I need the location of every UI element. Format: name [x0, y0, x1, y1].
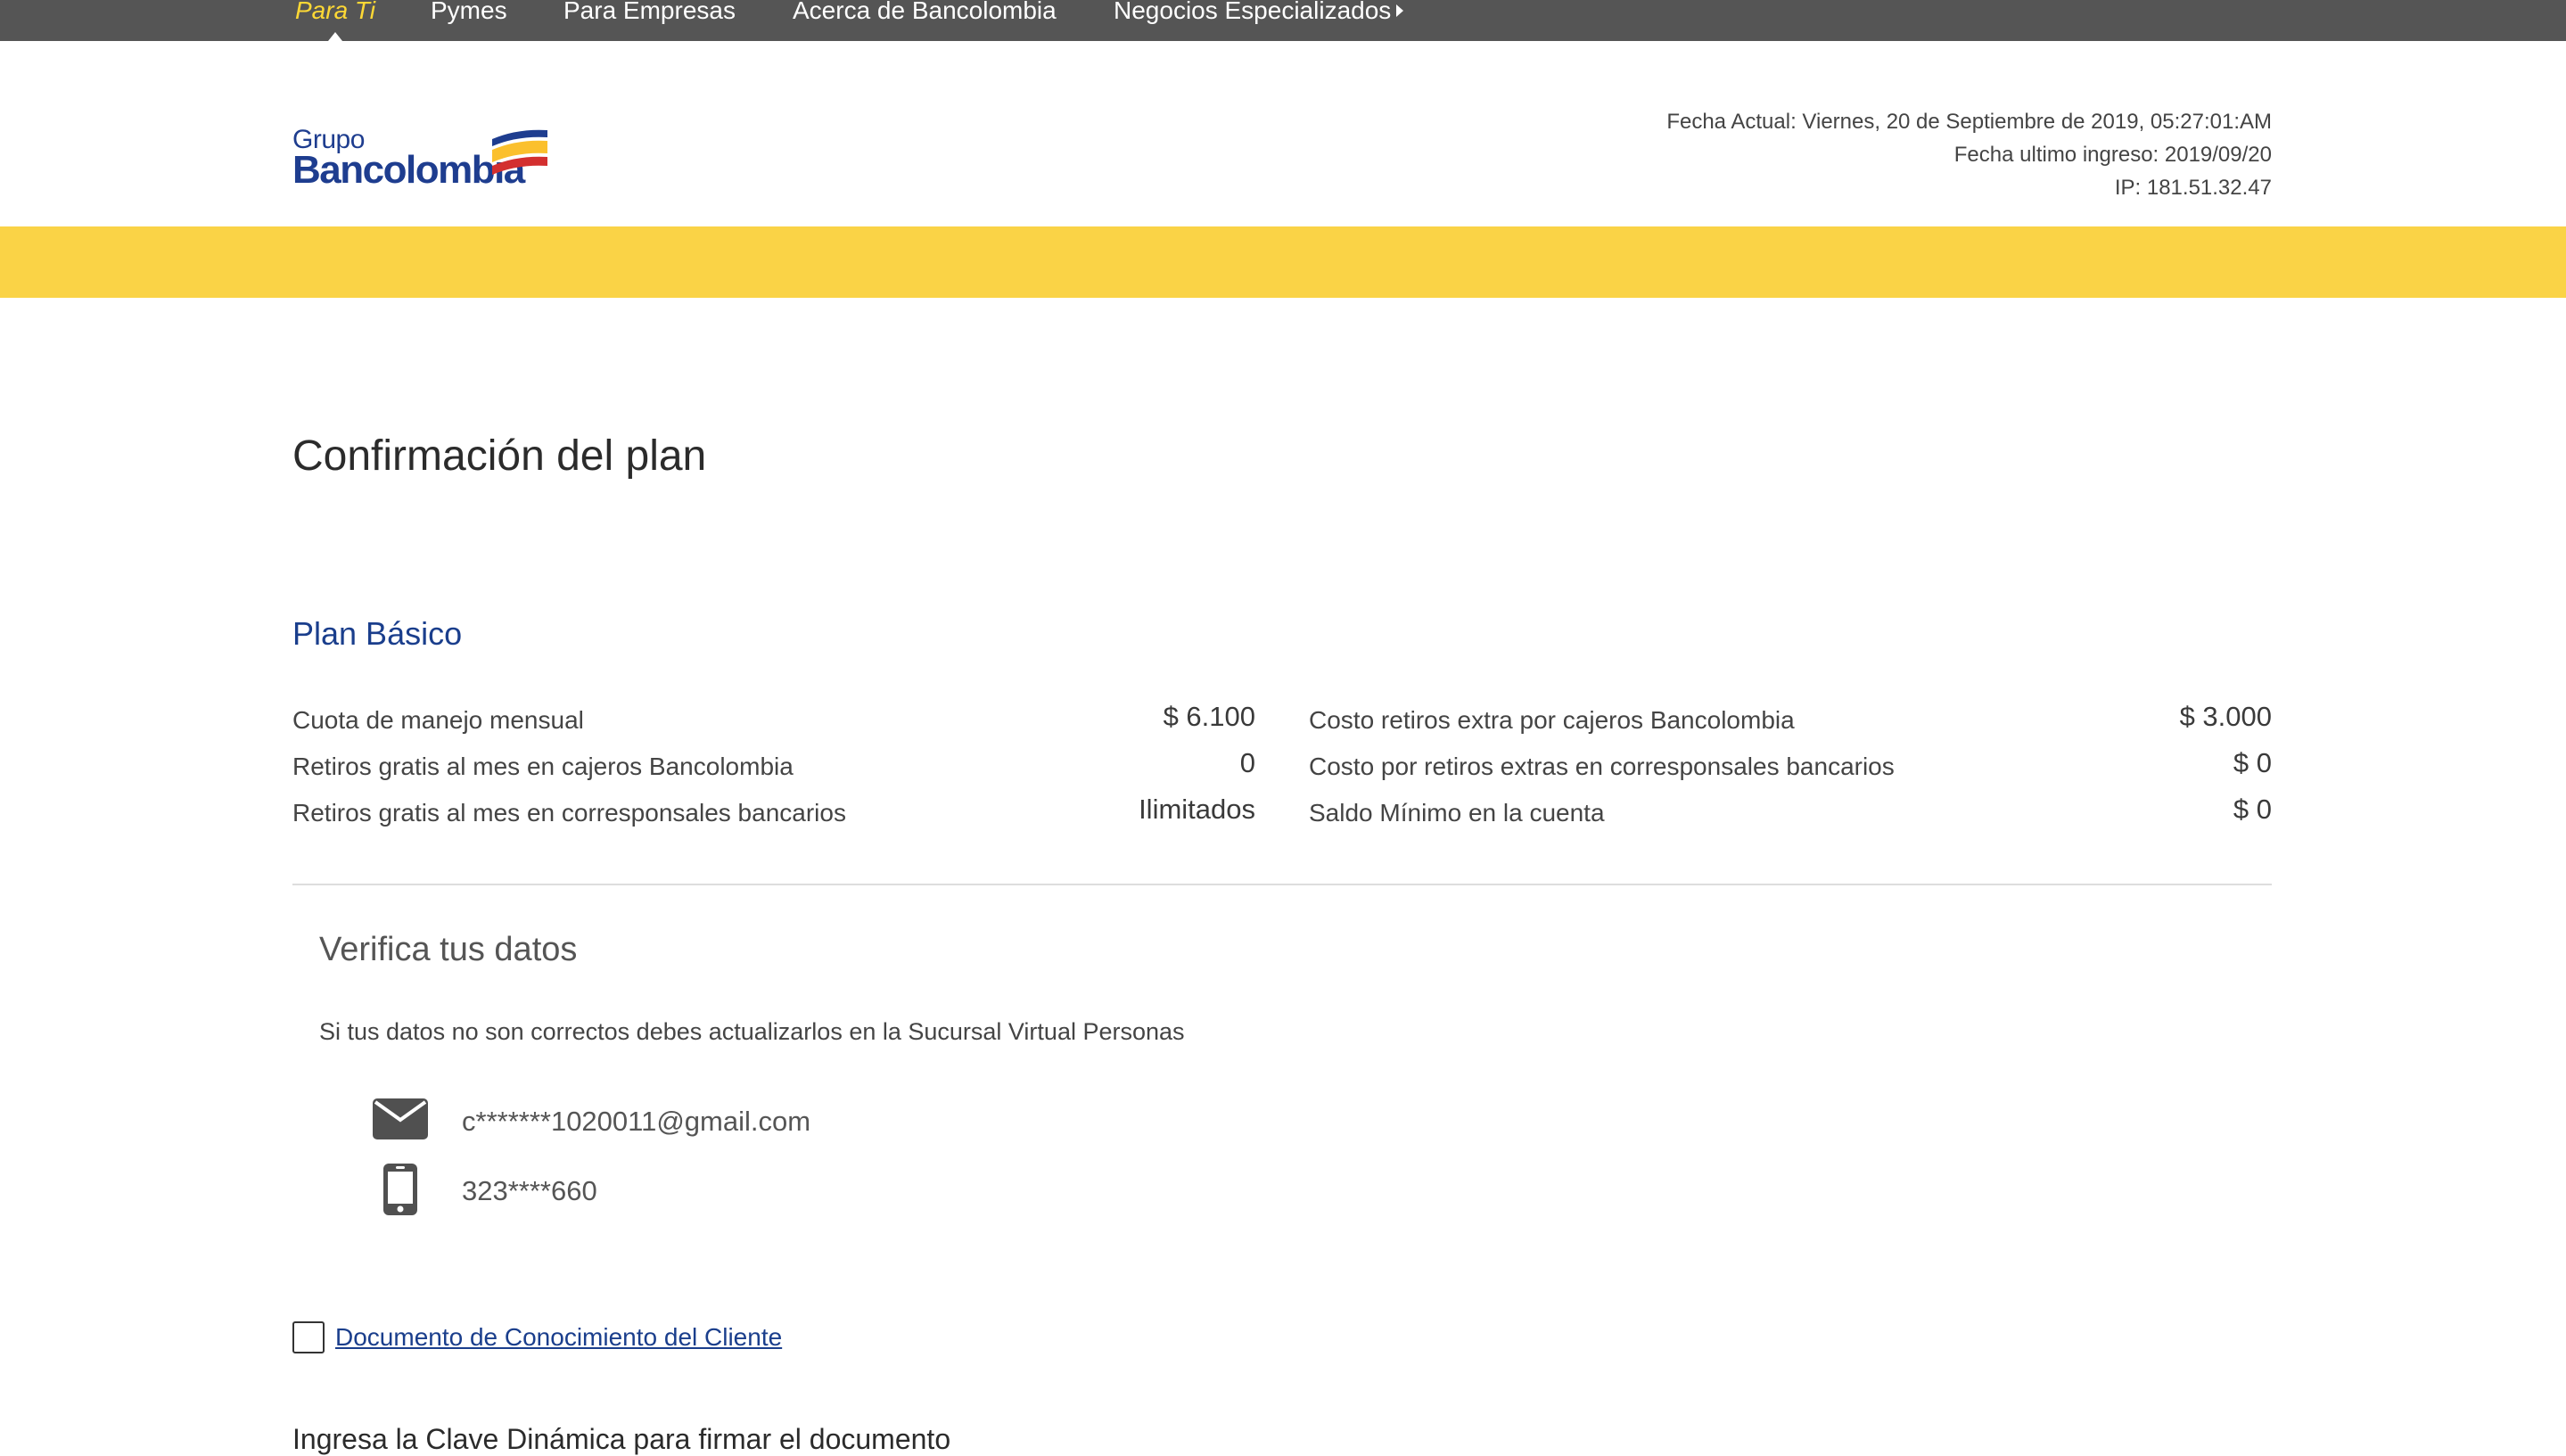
session-info: Fecha Actual: Viernes, 20 de Septiembre …	[1666, 105, 2272, 204]
plan-name: Plan Básico	[292, 615, 463, 652]
page-title: Confirmación del plan	[292, 432, 707, 480]
plan-detail-row: Retiros gratis al mes en corresponsales …	[292, 794, 1255, 840]
plan-detail-row: Cuota de manejo mensual $ 6.100	[292, 701, 1255, 747]
top-navigation: Para Ti Pymes Para Empresas Acerca de Ba…	[0, 0, 2566, 41]
last-login-date: Fecha ultimo ingreso: 2019/09/20	[1953, 143, 2272, 167]
dynamic-key-instruction: Ingresa la Clave Dinámica para firmar el…	[292, 1423, 951, 1455]
active-tab-indicator-icon	[328, 32, 342, 41]
bancolombia-logo[interactable]: Grupo Bancolombia	[292, 125, 551, 193]
plan-detail-label: Retiros gratis al mes en corresponsales …	[292, 799, 846, 827]
bancolombia-flag-icon	[492, 129, 547, 175]
document-checkbox[interactable]	[292, 1321, 325, 1353]
section-divider	[292, 884, 2272, 885]
plan-detail-label: Costo retiros extra por cajeros Bancolom…	[1309, 706, 1795, 734]
nav-item-negocios-especializados[interactable]: Negocios Especializados	[1114, 0, 1404, 25]
plan-detail-label: Cuota de manejo mensual	[292, 706, 584, 734]
plan-detail-value: $ 6.100	[1163, 701, 1255, 732]
verify-data-description: Si tus datos no son correctos debes actu…	[319, 1018, 1185, 1045]
phone-value: 323****660	[462, 1175, 597, 1206]
plan-detail-value: $ 0	[2233, 747, 2272, 778]
document-link[interactable]: Documento de Conocimiento del Cliente	[335, 1323, 782, 1352]
plan-detail-label: Saldo Mínimo en la cuenta	[1309, 799, 1605, 827]
plan-detail-row: Costo retiros extra por cajeros Bancolom…	[1309, 701, 2272, 747]
verify-data-title: Verifica tus datos	[319, 931, 578, 968]
nav-item-pymes[interactable]: Pymes	[431, 0, 507, 25]
plan-detail-value: Ilimitados	[1139, 794, 1255, 825]
nav-item-acerca-de-bancolombia[interactable]: Acerca de Bancolombia	[793, 0, 1057, 25]
caret-right-icon	[1396, 4, 1404, 17]
yellow-banner	[0, 226, 2566, 298]
nav-item-para-ti[interactable]: Para Ti	[295, 0, 375, 25]
ip-address: IP: 181.51.32.47	[2114, 176, 2272, 200]
plan-detail-row: Saldo Mínimo en la cuenta $ 0	[1309, 794, 2272, 840]
nav-item-negocios-label: Negocios Especializados	[1114, 0, 1392, 24]
plan-detail-value: $ 3.000	[2179, 701, 2272, 732]
logo-text-bancolombia: Bancolombia	[292, 148, 525, 192]
plan-detail-value: $ 0	[2233, 794, 2272, 825]
email-value: c*******1020011@gmail.com	[462, 1106, 811, 1137]
envelope-icon	[373, 1098, 428, 1139]
plan-detail-label: Costo por retiros extras en corresponsal…	[1309, 753, 1895, 780]
plan-detail-value: 0	[1239, 747, 1255, 778]
mobile-phone-icon	[383, 1164, 417, 1215]
plan-detail-row: Costo por retiros extras en corresponsal…	[1309, 747, 2272, 794]
plan-detail-row: Retiros gratis al mes en cajeros Bancolo…	[292, 747, 1255, 794]
current-date: Fecha Actual: Viernes, 20 de Septiembre …	[1666, 110, 2272, 134]
plan-detail-label: Retiros gratis al mes en cajeros Bancolo…	[292, 753, 794, 780]
nav-item-para-empresas[interactable]: Para Empresas	[563, 0, 736, 25]
